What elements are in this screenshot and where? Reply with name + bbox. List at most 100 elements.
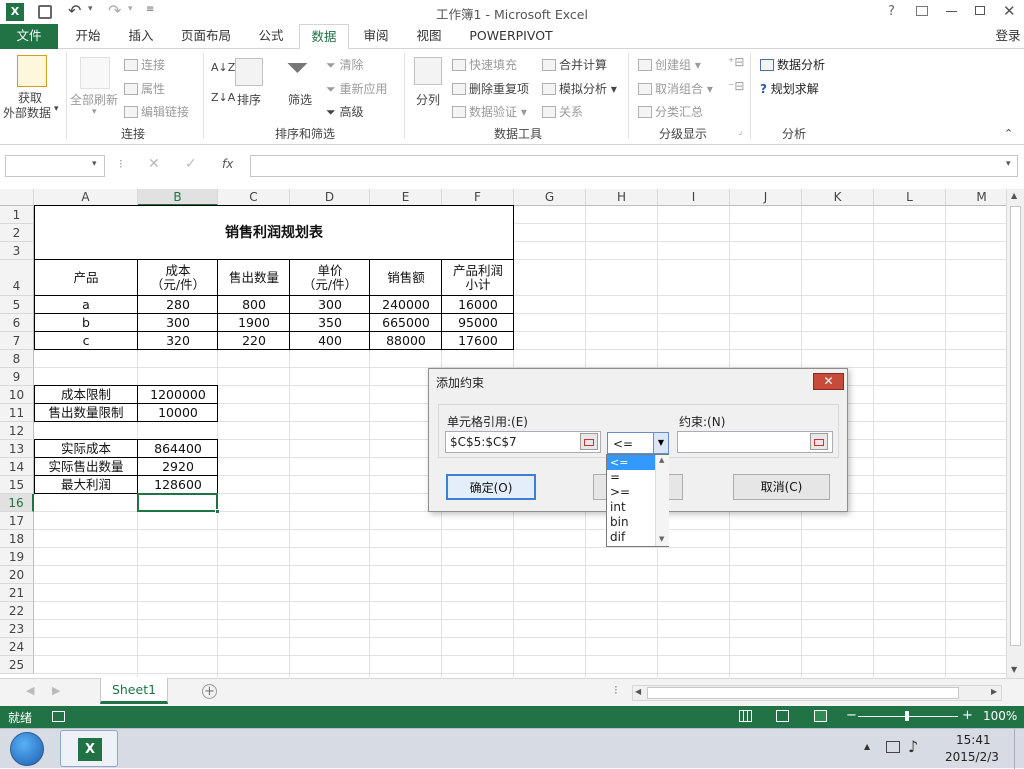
table-data-cell[interactable]: 95000 [442, 314, 514, 332]
show-hidden-icons[interactable]: ▲ [864, 742, 870, 751]
tab-insert[interactable]: 插入 [116, 24, 166, 49]
zoom-slider[interactable] [858, 711, 958, 721]
column-header[interactable]: E [370, 189, 442, 206]
table-data-cell[interactable]: 16000 [442, 296, 514, 314]
row-header[interactable]: 16 [0, 494, 34, 512]
scroll-right-icon[interactable]: ▶ [991, 687, 997, 696]
dropdown-option[interactable]: <= [607, 455, 655, 470]
table-data-cell[interactable]: 88000 [370, 332, 442, 350]
constraint-collapse-icon[interactable] [810, 433, 828, 450]
new-sheet-icon[interactable]: + [202, 684, 217, 699]
tab-file[interactable]: 文件 [0, 24, 58, 49]
relations-button[interactable]: 关系 [542, 103, 583, 120]
sort-az-icon[interactable]: A↓Z [211, 61, 235, 74]
get-external-line2[interactable]: 外部数据 [3, 104, 51, 121]
horizontal-scroll-thumb[interactable] [647, 687, 959, 699]
scroll-up-icon[interactable]: ▲ [1011, 191, 1017, 200]
filter-button[interactable]: 筛选 [288, 91, 312, 108]
undo-icon[interactable]: ↶ [68, 1, 81, 20]
operator-dropdown-icon[interactable]: ▼ [653, 433, 668, 453]
row-header[interactable]: 24 [0, 638, 34, 656]
table-data-cell[interactable]: 350 [290, 314, 370, 332]
undo-dropdown-icon[interactable]: ▾ [88, 4, 93, 14]
row-header[interactable]: 22 [0, 602, 34, 620]
row-header[interactable]: 17 [0, 512, 34, 530]
windows-start-icon[interactable] [10, 732, 44, 766]
table-data-cell[interactable]: 280 [138, 296, 218, 314]
prev-sheet-icon[interactable]: ◀ [26, 684, 34, 697]
horizontal-scrollbar[interactable]: ◀ ▶ [632, 685, 1002, 701]
confirm-entry-icon[interactable]: ✓ [185, 156, 197, 172]
dropdown-option[interactable]: bin [610, 515, 629, 530]
table-data-cell[interactable]: 1900 [218, 314, 290, 332]
vertical-scroll-thumb[interactable] [1010, 206, 1021, 646]
clear-button[interactable]: ⏷ 清除 [326, 56, 363, 73]
restore-button[interactable] [975, 6, 985, 15]
table-data-cell[interactable]: 240000 [370, 296, 442, 314]
normal-view-icon[interactable] [739, 710, 752, 722]
name-box-dropdown-icon[interactable]: ▾ [92, 159, 97, 169]
save-icon[interactable] [38, 5, 52, 19]
network-icon[interactable] [886, 741, 900, 753]
table-data-cell[interactable]: 800 [218, 296, 290, 314]
row-header[interactable]: 12 [0, 422, 34, 440]
row-header[interactable]: 6 [0, 314, 34, 332]
minimize-button[interactable] [946, 11, 957, 12]
show-detail-icon[interactable]: ⁺⊟ [728, 55, 744, 69]
zoom-in-icon[interactable]: + [962, 708, 973, 723]
edit-links-button[interactable]: 编辑链接 [124, 103, 189, 120]
result-cell[interactable]: 最大利润 [34, 476, 138, 494]
result-cell[interactable]: 864400 [138, 440, 218, 458]
row-header[interactable]: 2 [0, 224, 34, 242]
cancel-button[interactable]: 取消(C) [733, 474, 830, 500]
limit-cell[interactable]: 1200000 [138, 386, 218, 404]
page-layout-view-icon[interactable] [776, 710, 789, 722]
vertical-scrollbar[interactable]: ▲ ▼ [1006, 189, 1024, 678]
taskbar-excel-button[interactable]: X [60, 730, 118, 767]
cell-ref-collapse-icon[interactable] [580, 433, 598, 450]
dropdown-scrollbar[interactable]: ▲ ▼ [655, 455, 669, 546]
row-header[interactable]: 23 [0, 620, 34, 638]
dropdown-option[interactable]: dif [610, 530, 625, 545]
cell-ref-input[interactable]: $C$5:$C$7 [445, 431, 601, 453]
tab-view[interactable]: 视图 [406, 24, 452, 49]
column-header[interactable]: M [946, 189, 1006, 206]
row-header[interactable]: 7 [0, 332, 34, 350]
result-cell[interactable]: 2920 [138, 458, 218, 476]
row-header[interactable]: 3 [0, 242, 34, 260]
limit-cell[interactable]: 售出数量限制 [34, 404, 138, 422]
help-button[interactable]: ? [888, 4, 895, 19]
row-header[interactable]: 5 [0, 296, 34, 314]
column-header[interactable]: D [290, 189, 370, 206]
data-analysis-button[interactable]: 数据分析 [760, 56, 825, 73]
sort-button[interactable]: 排序 [237, 91, 261, 108]
column-header[interactable]: K [802, 189, 874, 206]
name-box[interactable] [5, 155, 105, 177]
row-header[interactable]: 14 [0, 458, 34, 476]
consolidate-button[interactable]: 合并计算 [542, 56, 607, 73]
table-data-cell[interactable]: 400 [290, 332, 370, 350]
reapply-button[interactable]: ⏷ 重新应用 [326, 80, 387, 97]
customize-qat-icon[interactable]: ≡ [146, 4, 154, 15]
active-cell-b16[interactable] [137, 493, 218, 512]
tab-home[interactable]: 开始 [62, 24, 114, 49]
ribbon-display-icon[interactable] [916, 6, 928, 16]
dropdown-scroll-up-icon[interactable]: ▲ [659, 456, 664, 464]
ungroup-button[interactable]: 取消组合 ▾ [638, 80, 713, 97]
get-external-dropdown-icon[interactable]: ▾ [54, 104, 59, 114]
row-header[interactable]: 8 [0, 350, 34, 368]
redo-icon[interactable]: ↷ [108, 1, 121, 20]
result-cell[interactable]: 实际成本 [34, 440, 138, 458]
volume-icon[interactable]: ♪ [908, 737, 918, 756]
scroll-down-icon[interactable]: ▼ [1011, 665, 1017, 674]
row-header[interactable]: 15 [0, 476, 34, 494]
sheet-tab-sheet1[interactable]: Sheet1 [100, 678, 168, 704]
remove-duplicates-button[interactable]: 删除重复项 [452, 80, 529, 97]
dropdown-option[interactable]: >= [610, 485, 630, 500]
redo-dropdown-icon[interactable]: ▾ [128, 4, 133, 14]
table-data-cell[interactable]: 300 [138, 314, 218, 332]
dialog-close-button[interactable]: ✕ [813, 373, 844, 390]
clock-time[interactable]: 15:41 [956, 733, 991, 747]
table-data-cell[interactable]: 665000 [370, 314, 442, 332]
cancel-entry-icon[interactable]: ✕ [148, 156, 160, 172]
